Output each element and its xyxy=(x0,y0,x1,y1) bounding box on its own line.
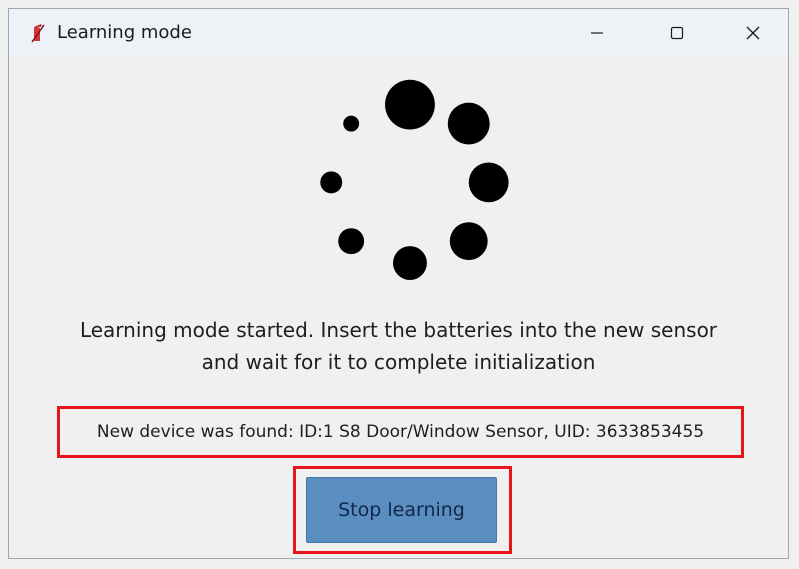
device-found-highlight: New device was found: ID:1 S8 Door/Windo… xyxy=(57,406,744,458)
spinner-dot xyxy=(385,79,435,130)
spinner-dot xyxy=(393,246,427,281)
spinner-dot xyxy=(343,115,360,132)
stop-learning-button[interactable]: Stop learning xyxy=(306,477,497,543)
window-title: Learning mode xyxy=(57,22,192,43)
spinner-dot xyxy=(338,228,365,255)
spinner-dot xyxy=(449,222,488,261)
device-found-status: New device was found: ID:1 S8 Door/Windo… xyxy=(96,422,705,442)
close-button[interactable] xyxy=(713,9,793,57)
minimize-button[interactable] xyxy=(557,9,637,57)
minimize-icon xyxy=(591,32,603,34)
close-icon xyxy=(746,26,760,40)
maximize-icon xyxy=(670,26,684,40)
spinner-dot xyxy=(320,171,343,194)
maximize-button[interactable] xyxy=(637,9,717,57)
app-icon xyxy=(31,24,45,43)
spinner-dot xyxy=(468,162,509,203)
learning-mode-window: Learning mode Learning mode started. Ins… xyxy=(8,8,789,559)
instruction-line-1: Learning mode started. Insert the batter… xyxy=(79,318,718,342)
instruction-line-2: and wait for it to complete initializati… xyxy=(201,350,596,374)
title-bar[interactable]: Learning mode xyxy=(9,9,788,57)
spinner-dot xyxy=(447,102,490,145)
instruction-message: Learning mode started. Insert the batter… xyxy=(9,314,788,378)
